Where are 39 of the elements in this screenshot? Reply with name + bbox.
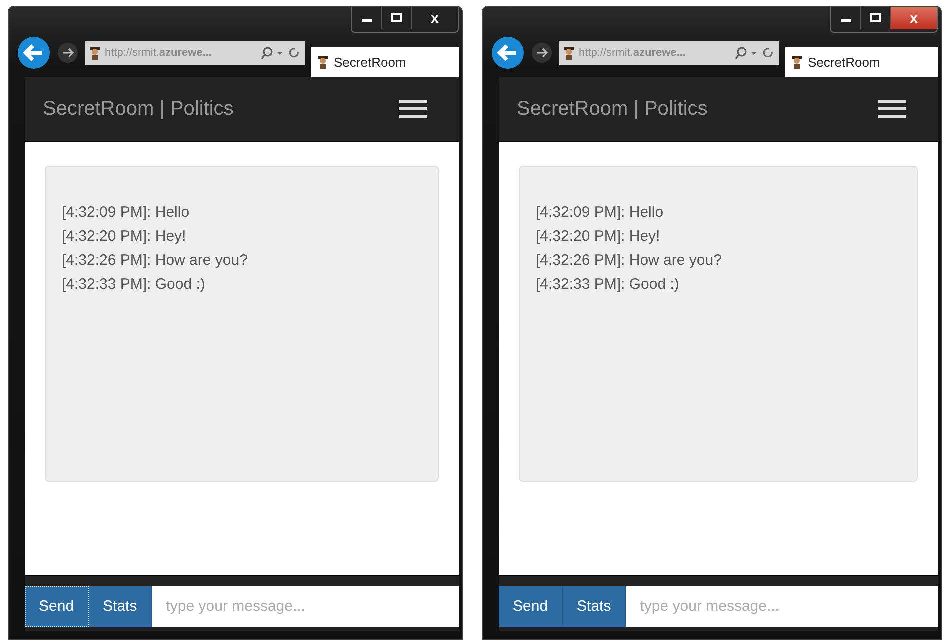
menu-icon[interactable] xyxy=(878,98,908,120)
send-button[interactable]: Send xyxy=(25,586,90,627)
chat-message: [4:32:26 PM]: How are you? xyxy=(536,251,723,271)
chat-message: [4:32:09 PM]: Hello xyxy=(62,203,191,223)
stats-button[interactable]: Stats xyxy=(563,586,626,627)
chat-message: [4:32:33 PM]: Good :) xyxy=(536,275,680,295)
app-title: SecretRoom | Politics xyxy=(517,98,708,120)
chat-message: [4:32:20 PM]: Hey! xyxy=(536,227,662,247)
browser-tab[interactable]: SecretRoom xyxy=(785,47,938,77)
figure-icon xyxy=(317,55,329,69)
maximize-button[interactable] xyxy=(861,7,891,29)
message-field[interactable]: type your message... xyxy=(626,586,938,627)
figure-icon xyxy=(791,55,803,69)
chat-message: [4:32:20 PM]: Hey! xyxy=(62,227,188,247)
search-icon[interactable] xyxy=(261,46,301,60)
app-title: SecretRoom | Politics xyxy=(43,98,234,120)
chat-message: [4:32:33 PM]: Good :) xyxy=(62,275,206,295)
stats-button[interactable]: Stats xyxy=(89,586,152,627)
figure-icon xyxy=(563,46,575,60)
figure-icon xyxy=(89,46,101,60)
menu-icon[interactable] xyxy=(399,98,429,120)
back-button[interactable] xyxy=(491,36,525,70)
chat-message: [4:32:09 PM]: Hello xyxy=(536,203,665,223)
send-button[interactable]: Send xyxy=(499,586,564,627)
maximize-button[interactable] xyxy=(382,7,412,29)
back-button[interactable] xyxy=(17,36,51,70)
minimize-button[interactable] xyxy=(352,7,382,29)
maximize-icon xyxy=(390,13,402,23)
tab-title: SecretRoom xyxy=(334,54,406,70)
forward-button[interactable] xyxy=(531,42,553,64)
message-field[interactable]: type your message... xyxy=(152,586,459,627)
tab-title: SecretRoom xyxy=(808,54,880,70)
browser-tab[interactable]: SecretRoom xyxy=(311,47,459,77)
search-icon[interactable] xyxy=(735,46,775,60)
chat-message: [4:32:26 PM]: How are you? xyxy=(62,251,249,271)
forward-button[interactable] xyxy=(57,42,79,64)
maximize-icon xyxy=(870,13,882,23)
close-button[interactable]: x xyxy=(891,7,937,29)
minimize-button[interactable] xyxy=(831,7,861,29)
